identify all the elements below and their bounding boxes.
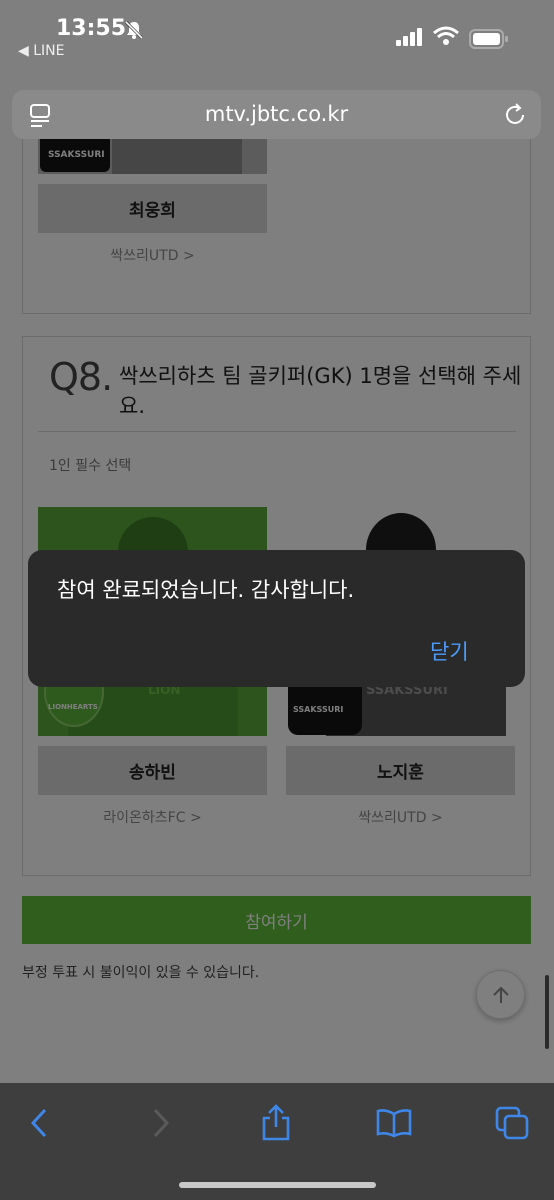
home-indicator[interactable] xyxy=(179,1182,376,1188)
alert-dialog: 참여 완료되었습니다. 감사합니다. 닫기 xyxy=(28,550,525,687)
share-icon xyxy=(262,1104,290,1141)
forward-icon xyxy=(153,1108,170,1138)
share-button[interactable] xyxy=(256,1103,296,1143)
bookmarks-icon xyxy=(376,1109,412,1138)
status-time: 13:55 xyxy=(56,16,127,41)
status-bar: 13:55 ◀ LINE xyxy=(0,0,554,70)
address-bar[interactable]: mtv.jbtc.co.kr xyxy=(12,90,541,139)
back-icon xyxy=(30,1108,47,1138)
alert-close-button[interactable]: 닫기 xyxy=(430,636,469,666)
back-to-app-link[interactable]: ◀ LINE xyxy=(18,43,64,59)
url-text: mtv.jbtc.co.kr xyxy=(204,102,349,126)
battery-icon xyxy=(469,29,508,49)
back-button[interactable] xyxy=(20,1103,60,1143)
bookmarks-button[interactable] xyxy=(374,1103,414,1143)
bell-slash-icon xyxy=(124,20,144,40)
tabs-icon xyxy=(495,1106,529,1140)
forward-button[interactable] xyxy=(140,1103,180,1143)
reload-icon[interactable] xyxy=(502,102,528,128)
wifi-icon xyxy=(433,26,459,45)
alert-message: 참여 완료되었습니다. 감사합니다. xyxy=(57,578,355,602)
tabs-button[interactable] xyxy=(492,1103,532,1143)
cellular-signal-icon xyxy=(396,28,422,46)
